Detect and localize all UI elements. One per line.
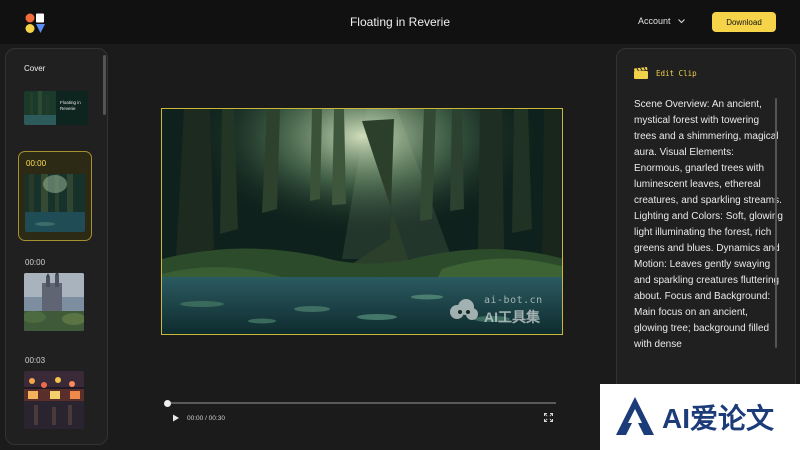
clip-time: 00:00	[26, 159, 47, 168]
progress-track[interactable]	[167, 402, 556, 404]
progress-knob[interactable]	[164, 400, 171, 407]
account-menu[interactable]: Account	[638, 16, 685, 26]
badge-text: AI爱论文	[662, 403, 775, 434]
cover-thumb-text: Floating in Reverie	[60, 100, 81, 111]
time-readout: 00:00 / 00:30	[187, 415, 225, 422]
fullscreen-icon[interactable]	[544, 413, 553, 422]
download-button[interactable]: Download	[712, 12, 776, 32]
clip-card[interactable]: 00:00	[18, 151, 92, 241]
watermark-cloud-icon	[450, 299, 478, 320]
clip-list-scrollbar[interactable]	[103, 55, 106, 115]
clip-card[interactable]: 00:00	[18, 251, 92, 341]
clip-list-panel: Cover Floating in Reverie 00:00 00:00 00…	[5, 48, 108, 445]
cover-thumbnail[interactable]: Floating in Reverie	[24, 91, 88, 125]
badge-logo-icon	[616, 397, 654, 435]
top-bar: Floating in Reverie Account Download	[0, 0, 800, 44]
corner-badge: AI爱论文	[600, 384, 800, 450]
clapperboard-icon	[634, 67, 648, 79]
clip-thumbnail	[24, 273, 84, 331]
watermark-domain: ai-bot.cn	[484, 295, 543, 306]
account-label: Account	[638, 16, 671, 26]
clip-thumbnail	[24, 371, 84, 429]
description-scrollbar[interactable]	[775, 98, 777, 348]
chevron-down-icon	[677, 18, 685, 23]
cover-label: Cover	[24, 64, 46, 73]
clip-time: 00:03	[25, 356, 46, 365]
clip-card[interactable]: 00:03	[18, 349, 92, 439]
scene-description[interactable]: Scene Overview: An ancient, mystical for…	[634, 97, 784, 353]
clip-time: 00:00	[25, 258, 46, 267]
watermark-name: AI工具集	[484, 309, 540, 325]
clip-thumbnail	[25, 174, 85, 232]
play-icon[interactable]	[172, 414, 180, 422]
edit-clip-title: Edit Clip	[656, 69, 697, 78]
